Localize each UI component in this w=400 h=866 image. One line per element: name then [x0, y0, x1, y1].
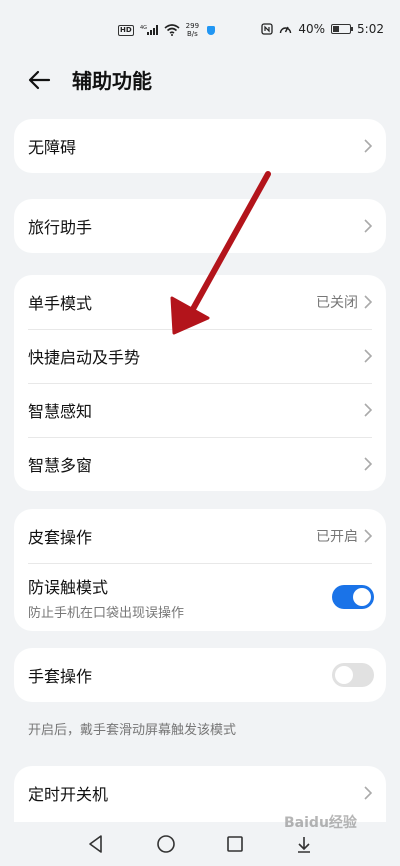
- glove-hint-text: 开启后，戴手套滑动屏幕触发该模式: [28, 723, 237, 738]
- row-label: 智慧感知: [28, 402, 93, 421]
- page-title: 辅助功能: [72, 69, 152, 93]
- header: 辅助功能: [0, 60, 400, 100]
- glove-mode-toggle[interactable]: [332, 663, 374, 687]
- speedometer-icon: [280, 26, 292, 34]
- card-travel-assistant: 旅行助手: [14, 199, 386, 253]
- clock-time: 5:02: [357, 22, 384, 36]
- row-shortcuts-gestures[interactable]: 快捷启动及手势: [14, 329, 386, 383]
- signal-icon: 4G: [140, 25, 158, 35]
- row-cover-operation[interactable]: 皮套操作 已开启: [14, 509, 386, 563]
- hd-badge: HD: [118, 24, 134, 36]
- status-right-icons: 40% 5:02: [261, 22, 384, 36]
- row-label: 单手模式: [28, 294, 93, 313]
- row-anti-mistouch: 防误触模式 防止手机在口袋出现误操作: [14, 563, 386, 631]
- nfc-icon: [261, 23, 274, 35]
- row-multi-window[interactable]: 智慧多窗: [14, 437, 386, 491]
- row-label: 快捷启动及手势: [28, 348, 141, 367]
- row-label: 智慧多窗: [28, 456, 93, 475]
- chevron-right-icon: [364, 529, 372, 543]
- anti-mistouch-toggle[interactable]: [332, 585, 374, 609]
- card-glove: 手套操作: [14, 648, 386, 702]
- row-accessibility[interactable]: 无障碍: [14, 119, 386, 173]
- chevron-right-icon: [364, 457, 372, 471]
- watermark: Baidu经验: [284, 815, 357, 831]
- card-group-gestures: 单手模式 已关闭 快捷启动及手势 智慧感知 智慧多窗: [14, 275, 386, 491]
- nav-back-icon[interactable]: [84, 832, 108, 856]
- chevron-right-icon: [364, 349, 372, 363]
- status-bar: HD 4G 299 B/s 40% 5:02: [0, 0, 400, 60]
- row-label: 防误触模式: [28, 577, 109, 597]
- battery-icon: [331, 24, 354, 34]
- svg-text:4G: 4G: [140, 25, 147, 31]
- security-shield-icon: [207, 25, 216, 35]
- row-label: 手套操作: [28, 667, 93, 686]
- network-speed: 299 B/s: [186, 22, 199, 38]
- row-smart-sense[interactable]: 智慧感知: [14, 383, 386, 437]
- chevron-right-icon: [364, 786, 372, 800]
- network-speed-value: 299: [185, 22, 200, 30]
- row-glove-operation: 手套操作: [14, 648, 386, 702]
- battery-percent: 40%: [298, 22, 326, 36]
- row-label: 皮套操作: [28, 528, 93, 547]
- nav-recents-icon[interactable]: [223, 832, 247, 856]
- chevron-right-icon: [364, 139, 372, 153]
- back-arrow-icon[interactable]: [26, 66, 54, 94]
- nav-home-icon[interactable]: [154, 832, 178, 856]
- card-group-cover: 皮套操作 已开启 防误触模式 防止手机在口袋出现误操作: [14, 509, 386, 631]
- network-speed-unit: B/s: [186, 30, 198, 38]
- row-status-value: 已开启: [316, 529, 358, 545]
- chevron-right-icon: [364, 403, 372, 417]
- wifi-icon: [164, 24, 180, 36]
- row-travel-assistant[interactable]: 旅行助手: [14, 199, 386, 253]
- card-accessibility: 无障碍: [14, 119, 386, 173]
- row-label: 无障碍: [28, 138, 77, 157]
- chevron-right-icon: [364, 219, 372, 233]
- status-left-icons: HD 4G 299 B/s: [118, 22, 216, 38]
- nav-notification-pulldown-icon[interactable]: [292, 832, 316, 856]
- row-status-value: 已关闭: [316, 295, 358, 311]
- row-description: 防止手机在口袋出现误操作: [28, 605, 185, 621]
- row-label: 旅行助手: [28, 218, 93, 237]
- toggle-knob: [353, 588, 371, 606]
- row-label: 定时开关机: [28, 785, 109, 804]
- row-one-hand-mode[interactable]: 单手模式 已关闭: [14, 275, 386, 329]
- chevron-right-icon: [364, 295, 372, 309]
- toggle-knob: [335, 666, 353, 684]
